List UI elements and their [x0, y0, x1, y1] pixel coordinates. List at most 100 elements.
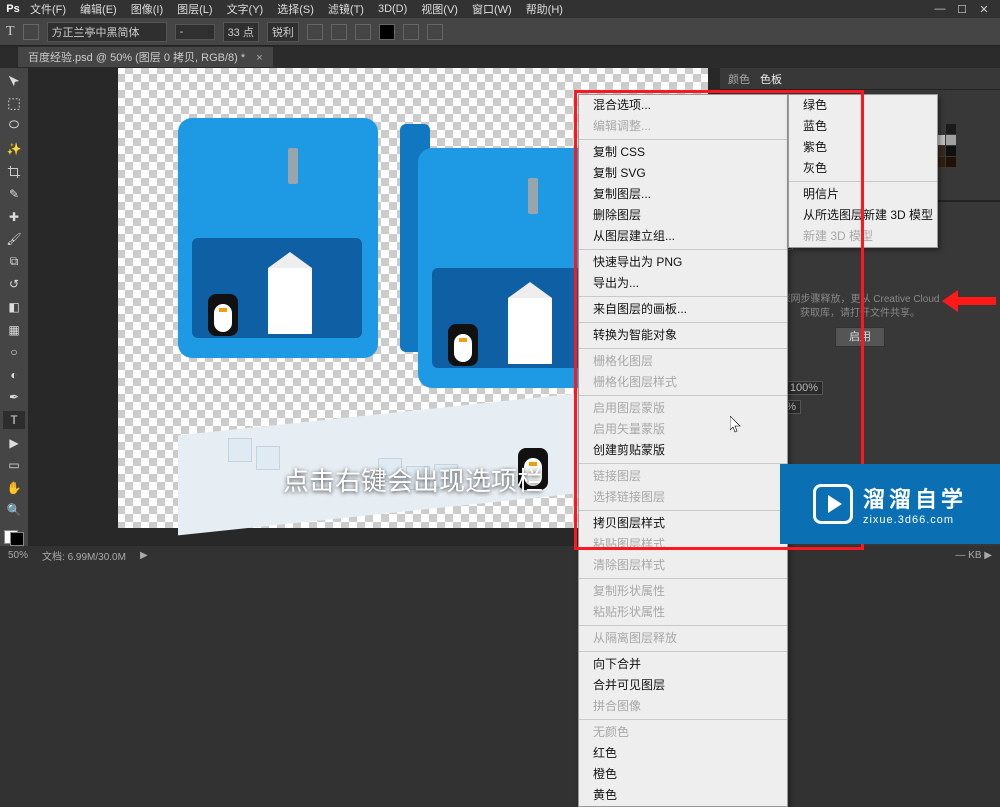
move-tool[interactable] — [3, 72, 25, 91]
window-close-icon[interactable]: ✕ — [978, 3, 990, 16]
pen-tool[interactable]: ✒ — [3, 388, 25, 407]
background-swatch[interactable] — [10, 532, 24, 546]
context-item[interactable]: 来自图层的画板... — [579, 299, 787, 320]
watermark-title: 溜溜自学 — [863, 482, 967, 514]
color-swatches[interactable] — [4, 530, 24, 547]
menu-type[interactable]: 文字(Y) — [221, 0, 270, 19]
doc-info[interactable]: 文档: 6.99M/30.0M — [42, 548, 126, 563]
zoom-level[interactable]: 50% — [8, 550, 28, 561]
context-item: 无颜色 — [579, 722, 787, 743]
context-item: 启用图层蒙版 — [579, 398, 787, 419]
text-orient-icon[interactable] — [23, 24, 39, 40]
font-family-select[interactable]: 方正兰亭中黑简体 — [47, 22, 167, 42]
menu-image[interactable]: 图像(I) — [125, 0, 169, 19]
context-item: 粘贴图层样式 — [579, 534, 787, 555]
context-sub-item[interactable]: 从所选图层新建 3D 模型 — [789, 205, 937, 226]
context-item[interactable]: 复制 CSS — [579, 142, 787, 163]
status-kb: — KB ▶ — [955, 550, 992, 561]
context-item: 复制形状属性 — [579, 581, 787, 602]
context-item[interactable]: 复制图层... — [579, 184, 787, 205]
eyedropper-tool[interactable]: ✎ — [3, 185, 25, 204]
window-maximize-icon[interactable]: ☐ — [956, 3, 968, 16]
layer-context-submenu[interactable]: 绿色蓝色紫色灰色明信片从所选图层新建 3D 模型新建 3D 模型 — [788, 94, 938, 248]
shape-tool[interactable]: ▭ — [3, 456, 25, 475]
font-style-select[interactable]: - — [175, 24, 215, 40]
swatch-color[interactable] — [946, 135, 956, 145]
context-item[interactable]: 黄色 — [579, 785, 787, 806]
document-tab-title: 百度经验.psd @ 50% (图层 0 拷贝, RGB/8) * — [28, 52, 245, 64]
blur-tool[interactable]: ○ — [3, 343, 25, 362]
panel-tab-color[interactable]: 颜色 — [728, 71, 750, 87]
swatch-color[interactable] — [946, 146, 956, 156]
font-size-select[interactable]: 33 点 — [223, 22, 259, 42]
zoom-tool[interactable]: 🔍 — [3, 501, 25, 520]
marquee-tool[interactable] — [3, 95, 25, 114]
mouse-cursor-icon — [730, 416, 742, 434]
swatch-color[interactable] — [946, 157, 956, 167]
context-item[interactable]: 导出为... — [579, 273, 787, 294]
panel-tab-swatches[interactable]: 色板 — [760, 71, 782, 87]
wand-tool[interactable]: ✨ — [3, 140, 25, 159]
context-item[interactable]: 红色 — [579, 743, 787, 764]
app-logo: Ps — [4, 3, 22, 15]
lasso-tool[interactable] — [3, 117, 25, 136]
context-item: 粘贴形状属性 — [579, 602, 787, 623]
window-minimize-icon[interactable]: — — [934, 3, 946, 16]
menu-layer[interactable]: 图层(L) — [171, 0, 218, 19]
menu-filter[interactable]: 滤镜(T) — [322, 0, 370, 19]
context-item[interactable]: 快速导出为 PNG — [579, 252, 787, 273]
align-right-icon[interactable] — [355, 24, 371, 40]
context-sub-item[interactable]: 绿色 — [789, 95, 937, 116]
cc-enable-button[interactable]: 启用 — [835, 327, 885, 347]
menu-3d[interactable]: 3D(D) — [372, 1, 413, 17]
align-left-icon[interactable] — [307, 24, 323, 40]
context-item[interactable]: 橙色 — [579, 764, 787, 785]
context-sub-item[interactable]: 灰色 — [789, 158, 937, 179]
warp-text-icon[interactable] — [403, 24, 419, 40]
context-sub-item[interactable]: 蓝色 — [789, 116, 937, 137]
context-item[interactable]: 复制 SVG — [579, 163, 787, 184]
character-panel-icon[interactable] — [427, 24, 443, 40]
swatch-color[interactable] — [946, 124, 956, 134]
status-bar: 50% 文档: 6.99M/30.0M ▶ — KB ▶ — [0, 546, 1000, 564]
context-item[interactable]: 合并可见图层 — [579, 675, 787, 696]
text-color-swatch[interactable] — [379, 24, 395, 40]
close-tab-icon[interactable]: × — [256, 52, 262, 64]
brush-tool[interactable]: 🖌 — [3, 230, 25, 249]
context-item[interactable]: 向下合并 — [579, 654, 787, 675]
clone-tool[interactable]: ⧉ — [3, 253, 25, 272]
menu-edit[interactable]: 编辑(E) — [74, 0, 123, 19]
menu-view[interactable]: 视图(V) — [415, 0, 464, 19]
context-item[interactable]: 从图层建立组... — [579, 226, 787, 247]
menu-help[interactable]: 帮助(H) — [520, 0, 569, 19]
context-item[interactable]: 混合选项... — [579, 95, 787, 116]
history-brush-tool[interactable]: ↺ — [3, 275, 25, 294]
context-item[interactable]: 创建剪贴蒙版 — [579, 440, 787, 461]
menubar: Ps 文件(F) 编辑(E) 图像(I) 图层(L) 文字(Y) 选择(S) 滤… — [0, 0, 1000, 18]
heal-tool[interactable]: ✚ — [3, 207, 25, 226]
gradient-tool[interactable]: ▦ — [3, 320, 25, 339]
layer-context-menu[interactable]: 混合选项...编辑调整... 复制 CSS复制 SVG复制图层...删除图层从图层… — [578, 94, 788, 807]
hand-tool[interactable]: ✋ — [3, 478, 25, 497]
menu-window[interactable]: 窗口(W) — [466, 0, 518, 19]
context-item[interactable]: 删除图层 — [579, 205, 787, 226]
context-sub-item[interactable]: 明信片 — [789, 184, 937, 205]
type-tool[interactable]: T — [3, 411, 25, 430]
play-icon — [813, 484, 853, 524]
context-item[interactable]: 转换为智能对象 — [579, 325, 787, 346]
context-item: 栅格化图层 — [579, 351, 787, 372]
type-tool-indicator: T — [6, 24, 15, 40]
path-select-tool[interactable]: ▶ — [3, 433, 25, 452]
context-item[interactable]: 拷贝图层样式 — [579, 513, 787, 534]
eraser-tool[interactable]: ◧ — [3, 298, 25, 317]
crop-tool[interactable] — [3, 162, 25, 181]
antialias-select[interactable]: 锐利 — [267, 22, 299, 42]
context-item: 编辑调整... — [579, 116, 787, 137]
document-tab[interactable]: 百度经验.psd @ 50% (图层 0 拷贝, RGB/8) * × — [18, 47, 273, 67]
watermark-url: zixue.3d66.com — [863, 514, 967, 526]
context-sub-item[interactable]: 紫色 — [789, 137, 937, 158]
align-center-icon[interactable] — [331, 24, 347, 40]
menu-file[interactable]: 文件(F) — [24, 0, 72, 19]
dodge-tool[interactable]: ◐ — [3, 366, 25, 385]
menu-select[interactable]: 选择(S) — [271, 0, 320, 19]
